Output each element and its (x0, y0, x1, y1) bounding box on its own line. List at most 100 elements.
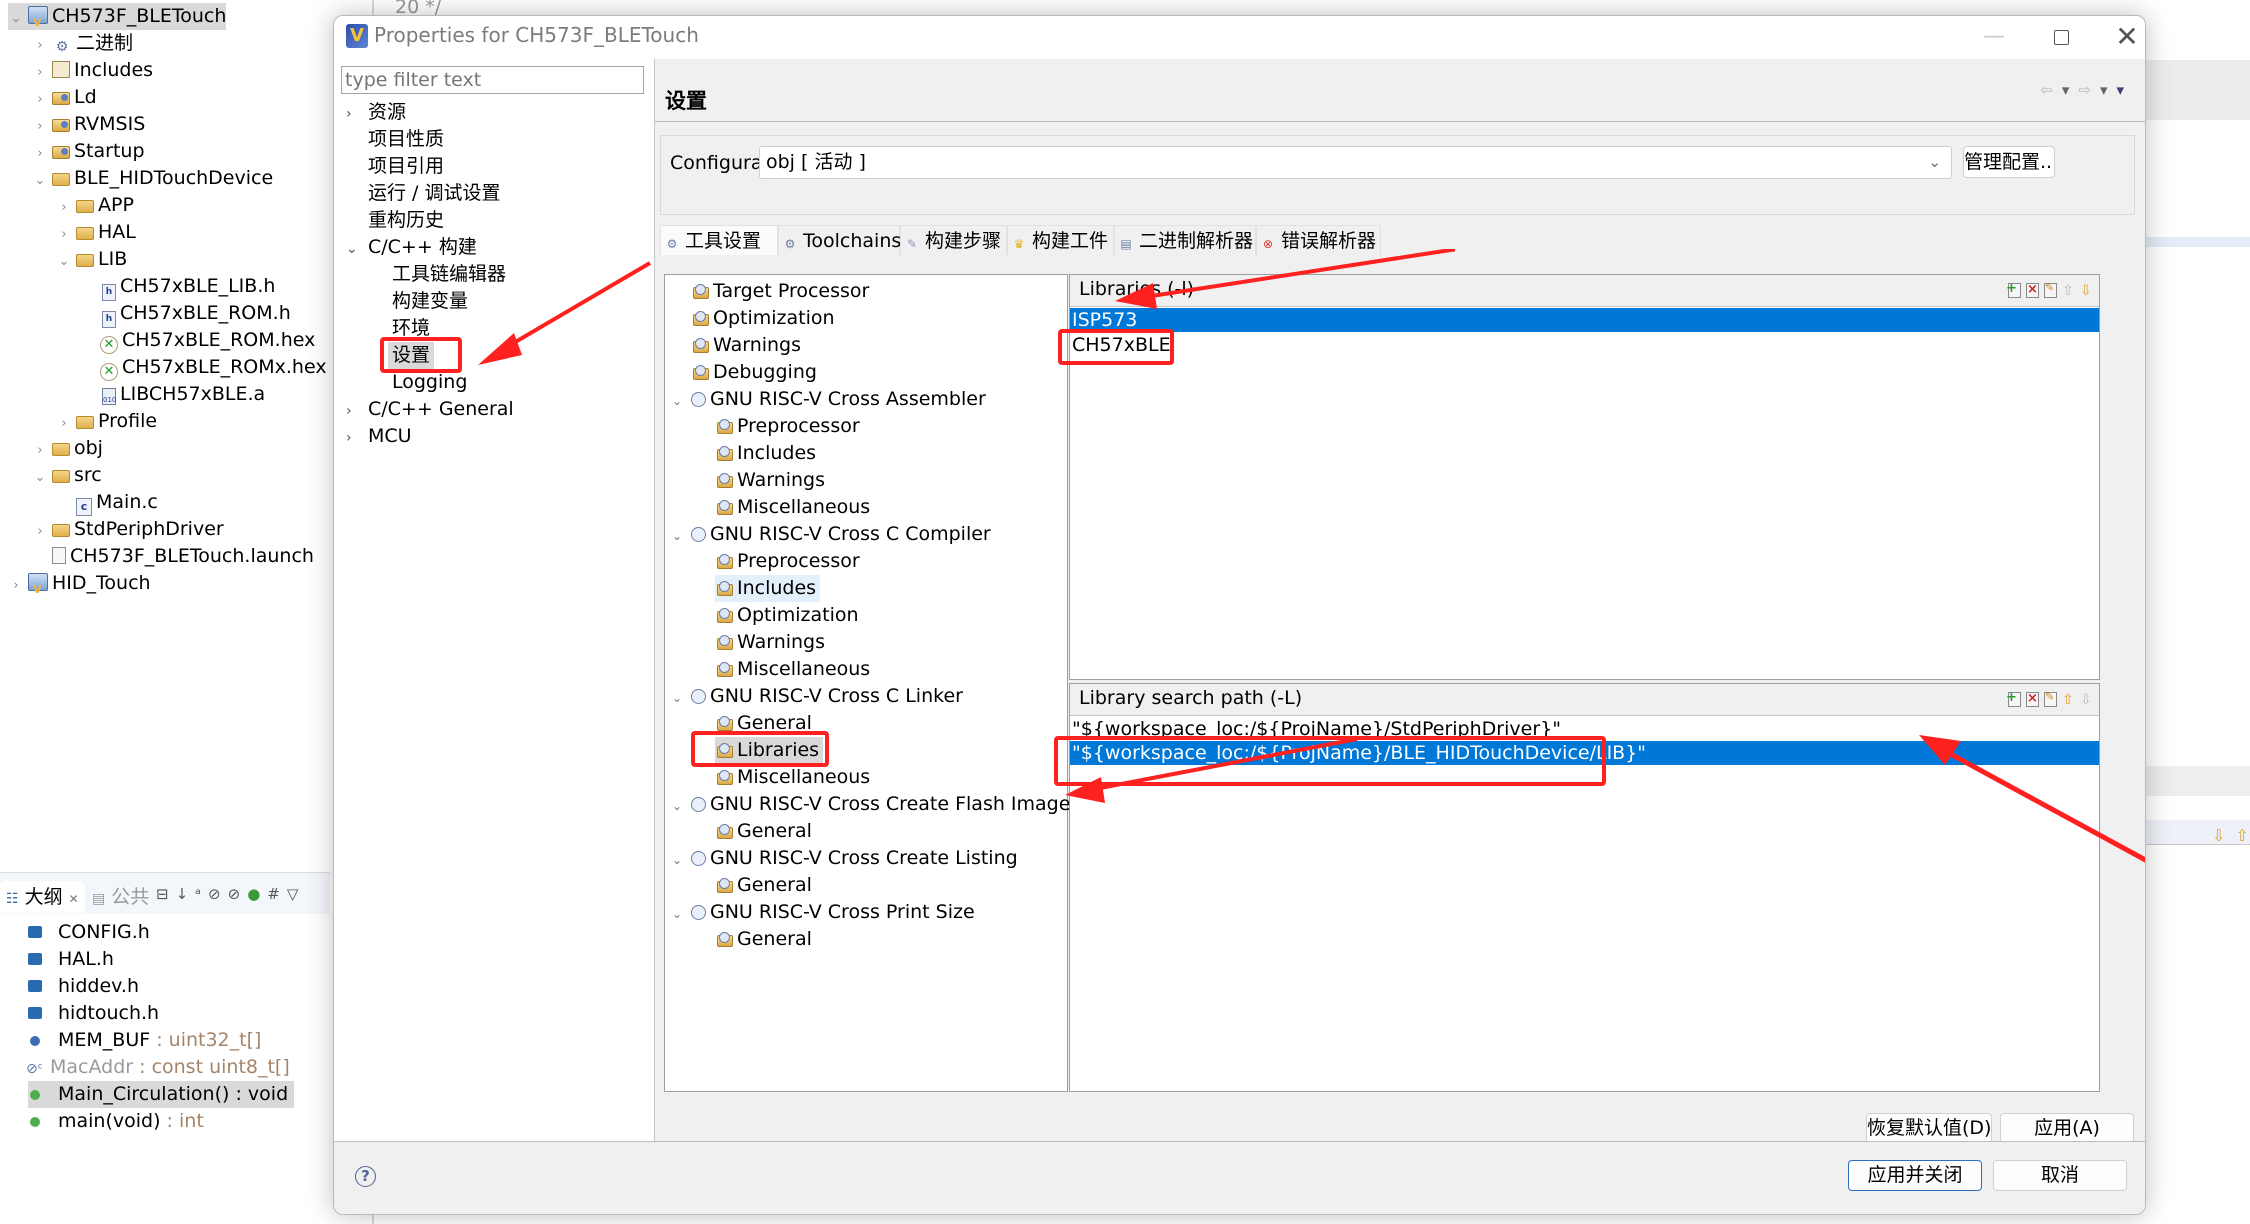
tree-item-stdperiphdriver[interactable]: › StdPeriphDriver (32, 516, 223, 543)
tree-item-option[interactable]: Preprocessor (717, 413, 860, 440)
tree-item-file[interactable]: ✕ CH57xBLE_ROM.hex (100, 327, 315, 354)
tree-item-option[interactable]: Includes (717, 440, 816, 467)
tree-item-option[interactable]: Miscellaneous (717, 656, 870, 683)
outline-item[interactable]: main(void) : int (28, 1108, 204, 1135)
tree-item-option[interactable]: General (717, 926, 812, 953)
back-menu-icon[interactable]: ▾ (2062, 81, 2079, 99)
scroll-arrows-icon[interactable]: ⇩⇧ (2212, 826, 2250, 845)
chevron-down-icon[interactable]: ⌄ (669, 685, 685, 712)
chevron-down-icon[interactable]: ⌄ (669, 388, 685, 415)
tree-item-ble-hidtouchdevice[interactable]: ⌄ BLE_HIDTouchDevice (32, 165, 274, 194)
chevron-down-icon[interactable]: ⌄ (32, 167, 48, 194)
dialog-titlebar[interactable]: V Properties for CH573F_BLETouch — ✕ (334, 16, 2145, 59)
chevron-down-icon[interactable]: ⌄ (669, 847, 685, 874)
restore-defaults-button[interactable]: 恢复默认值(D) (1866, 1113, 1992, 1144)
outline-item[interactable]: HAL.h (28, 946, 114, 973)
tree-item-option[interactable]: Debugging (693, 359, 817, 386)
tree-item-tool[interactable]: ⌄ GNU RISC-V Cross Print Size (669, 899, 975, 926)
tree-item-option[interactable]: Preprocessor (717, 548, 860, 575)
chevron-right-icon[interactable]: › (32, 140, 48, 167)
chevron-right-icon[interactable]: › (56, 194, 72, 221)
tree-item-tool[interactable]: ⌄ GNU RISC-V Cross C Compiler (669, 521, 991, 548)
delete-icon[interactable] (2026, 282, 2042, 298)
chevron-down-icon[interactable]: ⌄ (669, 793, 685, 820)
chevron-down-icon[interactable]: ⌄ (8, 5, 24, 32)
move-up-icon[interactable]: ⇧ (2062, 692, 2075, 708)
nav-item-logging[interactable]: Logging (392, 369, 467, 396)
tree-item-option[interactable]: Miscellaneous (717, 764, 870, 791)
maximize-button[interactable] (2041, 22, 2081, 52)
tree-item-lib[interactable]: ⌄ LIB (56, 246, 128, 273)
tree-item-libraries[interactable]: Libraries (715, 737, 824, 764)
tree-item-file[interactable]: h CH57xBLE_ROM.h (102, 300, 291, 328)
tree-item-file[interactable]: CH573F_BLETouch.launch (52, 543, 314, 570)
chevron-right-icon[interactable]: › (56, 221, 72, 248)
tab-build-artifact[interactable]: ♛ 构建工件 (1007, 225, 1114, 255)
chevron-down-icon[interactable]: ⌄ (32, 464, 48, 491)
chevron-right-icon[interactable]: › (32, 113, 48, 140)
tree-item-option[interactable]: Optimization (717, 602, 859, 629)
tree-item-file[interactable]: c Main.c (76, 489, 158, 516)
chevron-right-icon[interactable]: › (32, 437, 48, 464)
tree-item-option[interactable]: Optimization (693, 305, 835, 332)
chevron-right-icon[interactable]: › (32, 32, 48, 59)
nav-item-build-variables[interactable]: 构建变量 (392, 288, 468, 315)
hide-macros-icon[interactable]: # (267, 885, 287, 903)
tree-item-file[interactable]: ✕ CH57xBLE_ROMx.hex (100, 354, 327, 381)
tree-item-obj[interactable]: › obj (32, 435, 103, 462)
apply-button[interactable]: 应用(A) (2000, 1113, 2134, 1144)
apply-and-close-button[interactable]: 应用并关闭 (1848, 1160, 1982, 1191)
chevron-down-icon[interactable]: ⌄ (669, 523, 685, 550)
tree-item-hid-touch[interactable]: ›HID_Touch (8, 570, 150, 603)
chevron-right-icon[interactable]: › (32, 86, 48, 113)
edit-icon[interactable] (2044, 281, 2058, 298)
tab-outline[interactable]: ☷ 大纲 ✕ (0, 881, 85, 913)
tree-item-src[interactable]: ⌄ src (32, 462, 102, 489)
hide-static-icon[interactable]: ⊘ (228, 885, 248, 903)
nav-item-environment[interactable]: 环境 (392, 315, 430, 342)
library-path-item[interactable]: "${workspace_loc:/${ProjName}/StdPeriphD… (1070, 717, 2099, 741)
outline-item[interactable]: CONFIG.h (28, 919, 150, 946)
tree-item-option[interactable]: Warnings (717, 467, 825, 494)
add-icon[interactable] (2006, 690, 2021, 707)
forward-menu-icon[interactable]: ▾ (2100, 81, 2117, 99)
tree-item-startup[interactable]: › Startup (32, 138, 144, 167)
outline-item[interactable]: hidtouch.h (28, 1000, 159, 1027)
configuration-select[interactable]: obj [ 活动 ] ⌄ (759, 146, 1952, 179)
library-path-item[interactable]: "${workspace_loc:/${ProjName}/BLE_HIDTou… (1070, 741, 2099, 765)
close-button[interactable]: ✕ (2107, 22, 2145, 52)
back-icon[interactable]: ⇦ (2040, 81, 2062, 99)
tree-item-profile[interactable]: › Profile (56, 408, 157, 435)
chevron-right-icon[interactable]: › (346, 398, 362, 425)
close-icon[interactable]: ✕ (69, 892, 79, 906)
tab-common[interactable]: ▤ 公共 (86, 881, 155, 913)
hide-fields-icon[interactable]: ⊘ (208, 885, 228, 903)
tree-item-option[interactable]: Includes (715, 575, 821, 602)
library-item[interactable]: ISP573 (1070, 308, 2099, 332)
tree-item-hal[interactable]: › HAL (56, 219, 135, 248)
nav-item-run-debug-settings[interactable]: 运行 / 调试设置 (368, 180, 500, 207)
tree-item-rvmsis[interactable]: › RVMSIS (32, 111, 145, 138)
chevron-right-icon[interactable]: › (32, 59, 48, 86)
filter-input[interactable] (341, 66, 644, 94)
tree-item-app[interactable]: › APP (56, 192, 134, 219)
delete-icon[interactable] (2026, 691, 2042, 707)
view-menu-icon[interactable]: ▾ (2116, 81, 2133, 99)
tree-item-option[interactable]: General (717, 872, 812, 899)
cancel-button[interactable]: 取消 (1993, 1160, 2127, 1191)
collapse-all-icon[interactable]: ⊟ (156, 885, 176, 903)
nav-item-cpp-build[interactable]: ⌄ C/C++ 构建 (346, 234, 477, 261)
nav-item-settings[interactable]: 设置 (388, 342, 435, 369)
tree-item-option[interactable]: Warnings (717, 629, 825, 656)
tree-item-file[interactable]: 010 LIBCH57xBLE.a (102, 381, 265, 408)
outline-item[interactable]: Main_Circulation() : void (28, 1081, 295, 1108)
forward-icon[interactable]: ⇨ (2078, 81, 2100, 99)
library-item[interactable]: CH57xBLE (1070, 333, 2099, 357)
nav-item-refactoring-history[interactable]: 重构历史 (368, 207, 444, 234)
tree-item-ld[interactable]: › Ld (32, 84, 96, 113)
tab-error-parsers[interactable]: ⊗ 错误解析器 (1256, 225, 1381, 255)
move-up-icon[interactable]: ⇧ (2062, 283, 2075, 299)
tree-item-option[interactable]: General (717, 818, 812, 845)
chevron-right-icon[interactable]: › (8, 572, 24, 599)
minimize-button[interactable]: — (1974, 22, 2014, 52)
